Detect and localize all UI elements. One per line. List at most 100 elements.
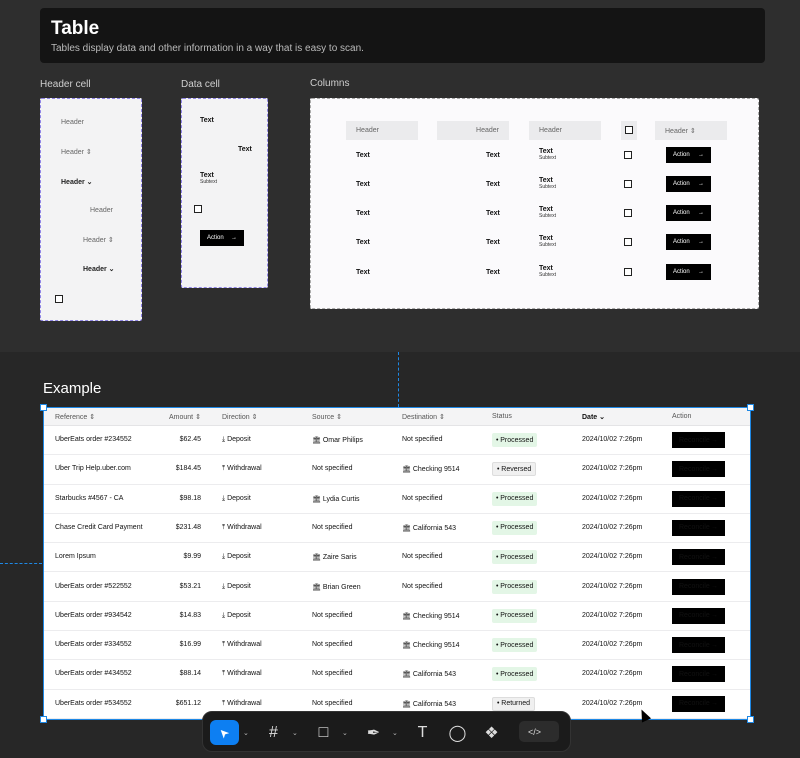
header-checkbox[interactable] [55,295,63,303]
resize-handle-tr[interactable] [747,404,754,411]
table-row[interactable]: Chase Credit Card Payment $231.48 ⤒ Withdr… [43,514,751,544]
cell-amount: $231.48 [175,523,201,531]
table-row[interactable]: Starbucks #4567 - CA $98.18 ⤓ Deposit 🏛 Lyd… [43,485,751,514]
status-dot-icon: • [496,436,499,444]
data-cell-text-with-sub: Text Subtext [200,172,217,185]
source-label: Not specified [312,611,353,619]
col2-cell: Text [486,269,500,276]
data-cell-action-button[interactable]: Action → [200,230,244,246]
th-source[interactable]: Source ⇕ [312,413,342,421]
upload-icon: ⤒ [222,523,226,531]
col-action-button[interactable]: Action → [666,176,711,192]
col-action-button[interactable]: Action → [666,147,711,163]
data-cell-checkbox[interactable] [194,205,202,213]
cell-reference: Uber Trip Help.uber.com [55,465,131,473]
cell-destination: 🏛 California 543 [402,670,456,678]
chevron-down-icon[interactable]: ⌄ [243,729,249,737]
download-icon: ⤓ [222,553,226,561]
reconcile-button[interactable]: Reconcile → [672,666,725,683]
reconcile-label: Reconcile [679,465,710,473]
th-direction[interactable]: Direction ⇕ [222,413,257,421]
reconcile-button[interactable]: Reconcile → [672,637,725,654]
chevron-down-icon[interactable]: ⌄ [342,729,348,737]
frame-tool-button[interactable]: # [261,720,286,745]
th-destination[interactable]: Destination ⇕ [402,413,445,421]
example-table[interactable]: Reference ⇕ Amount ⇕ Direction ⇕ Source … [43,407,751,720]
download-icon: ⤓ [222,436,226,443]
destination-label: Not specified [402,494,443,502]
col-checkbox[interactable] [624,209,632,217]
columns-label: Columns [310,78,350,89]
reconcile-button[interactable]: Reconcile → [672,695,725,712]
move-tool-button[interactable]: ➤ [210,720,239,745]
cell-reference: UberEats order #522552 [55,582,132,590]
chevron-down-icon[interactable]: ⌄ [292,729,298,737]
cell-reference: Starbucks #4567 - CA [55,494,124,502]
col1-cell: Text [356,239,370,246]
cursor-icon: ➤ [215,723,234,742]
th-reference[interactable]: Reference ⇕ [55,413,95,421]
col-checkbox[interactable] [624,180,632,188]
comment-tool-button[interactable]: ◯ [445,720,470,745]
column-header-checkbox-box[interactable] [625,126,633,134]
cell-source: 🏛 Brian Green [312,583,361,591]
table-row[interactable]: UberEats order #934542 $14.83 ⤓ Deposit Not… [43,602,751,632]
col2-cell: Text [486,152,500,159]
cell-destination: Not specified [402,495,442,502]
table-row[interactable]: UberEats order #434552 $88.14 ⤒ Withdrawal… [43,660,751,690]
col-action-button[interactable]: Action → [666,205,711,221]
reconcile-button[interactable]: Reconcile → [672,578,725,595]
direction-label: Withdrawal [227,523,262,531]
header-cell-card[interactable]: Header Header ⇕ Header ⌄ Header Header ⇕… [40,98,142,321]
reconcile-button[interactable]: Reconcile → [672,549,725,566]
header-cell-sortable: Header ⇕ [61,149,92,156]
columns-card[interactable]: Header Header Header Header ⇕ Text Text … [310,98,759,309]
status-dot-icon: • [496,583,499,590]
chevron-down-icon[interactable]: ⌄ [392,729,398,737]
status-label: Processed [500,553,534,561]
horizontal-guide [0,563,42,564]
text-tool-button[interactable]: T [410,720,435,745]
shape-tool-button[interactable]: □ [311,720,336,745]
status-badge: • Processed [492,520,538,535]
header-cell-plain-right: Header [90,207,113,214]
status-dot-icon: • [496,670,499,678]
data-cell-card[interactable]: Text Text Text Subtext Action → [181,98,268,288]
arrow-right-icon: → [711,612,718,620]
cell-reference: Chase Credit Card Payment [55,523,143,531]
table-header-row: Reference ⇕ Amount ⇕ Direction ⇕ Source … [43,407,751,426]
reconcile-button[interactable]: Reconcile → [672,519,725,536]
header-cell-sorted: Header ⌄ [61,179,93,186]
resize-handle-tl[interactable] [40,404,47,411]
cell-destination: 🏛 California 543 [402,524,456,532]
table-row[interactable]: UberEats order #234552 $62.45 ⤓ Deposit 🏛 O… [43,426,751,456]
col-action-button[interactable]: Action → [666,264,711,280]
components-button[interactable]: ❖ [479,720,504,745]
components-icon: ❖ [484,724,499,742]
th-amount[interactable]: Amount ⇕ [169,413,201,421]
col-checkbox[interactable] [624,238,632,246]
cell-destination: Not specified [402,436,442,443]
cell-source: 🏛 Omar Philips [312,436,363,444]
table-row[interactable]: Uber Trip Help.uber.com $184.45 ⤒ Withdraw… [43,455,751,485]
reconcile-button[interactable]: Reconcile → [672,490,725,507]
table-row[interactable]: UberEats order #522552 $53.21 ⤓ Deposit 🏛 B… [43,573,751,602]
col-checkbox[interactable] [624,151,632,159]
col3-cell: Text Subtext [539,148,556,161]
pen-tool-button[interactable]: ✒ [361,720,386,745]
arrow-right-icon: → [711,641,718,649]
resize-handle-br[interactable] [747,716,754,723]
col3-cell: Text Subtext [539,177,556,190]
upload-icon: ⤒ [222,641,226,649]
col-checkbox[interactable] [624,268,632,276]
th-date[interactable]: Date ⌄ [582,413,605,421]
table-row[interactable]: UberEats order #334552 $16.99 ⤒ Withdrawal… [43,631,751,661]
resize-handle-bl[interactable] [40,716,47,723]
dev-mode-button[interactable]: </> [519,721,559,742]
table-row[interactable]: Lorem Ipsum $9.99 ⤓ Deposit 🏛 Zaire Saris No… [43,543,751,573]
reconcile-button[interactable]: Reconcile → [672,432,725,448]
action-label: Action [207,235,224,241]
reconcile-button[interactable]: Reconcile → [672,461,725,478]
reconcile-button[interactable]: Reconcile → [672,607,725,624]
col-action-button[interactable]: Action → [666,234,711,250]
